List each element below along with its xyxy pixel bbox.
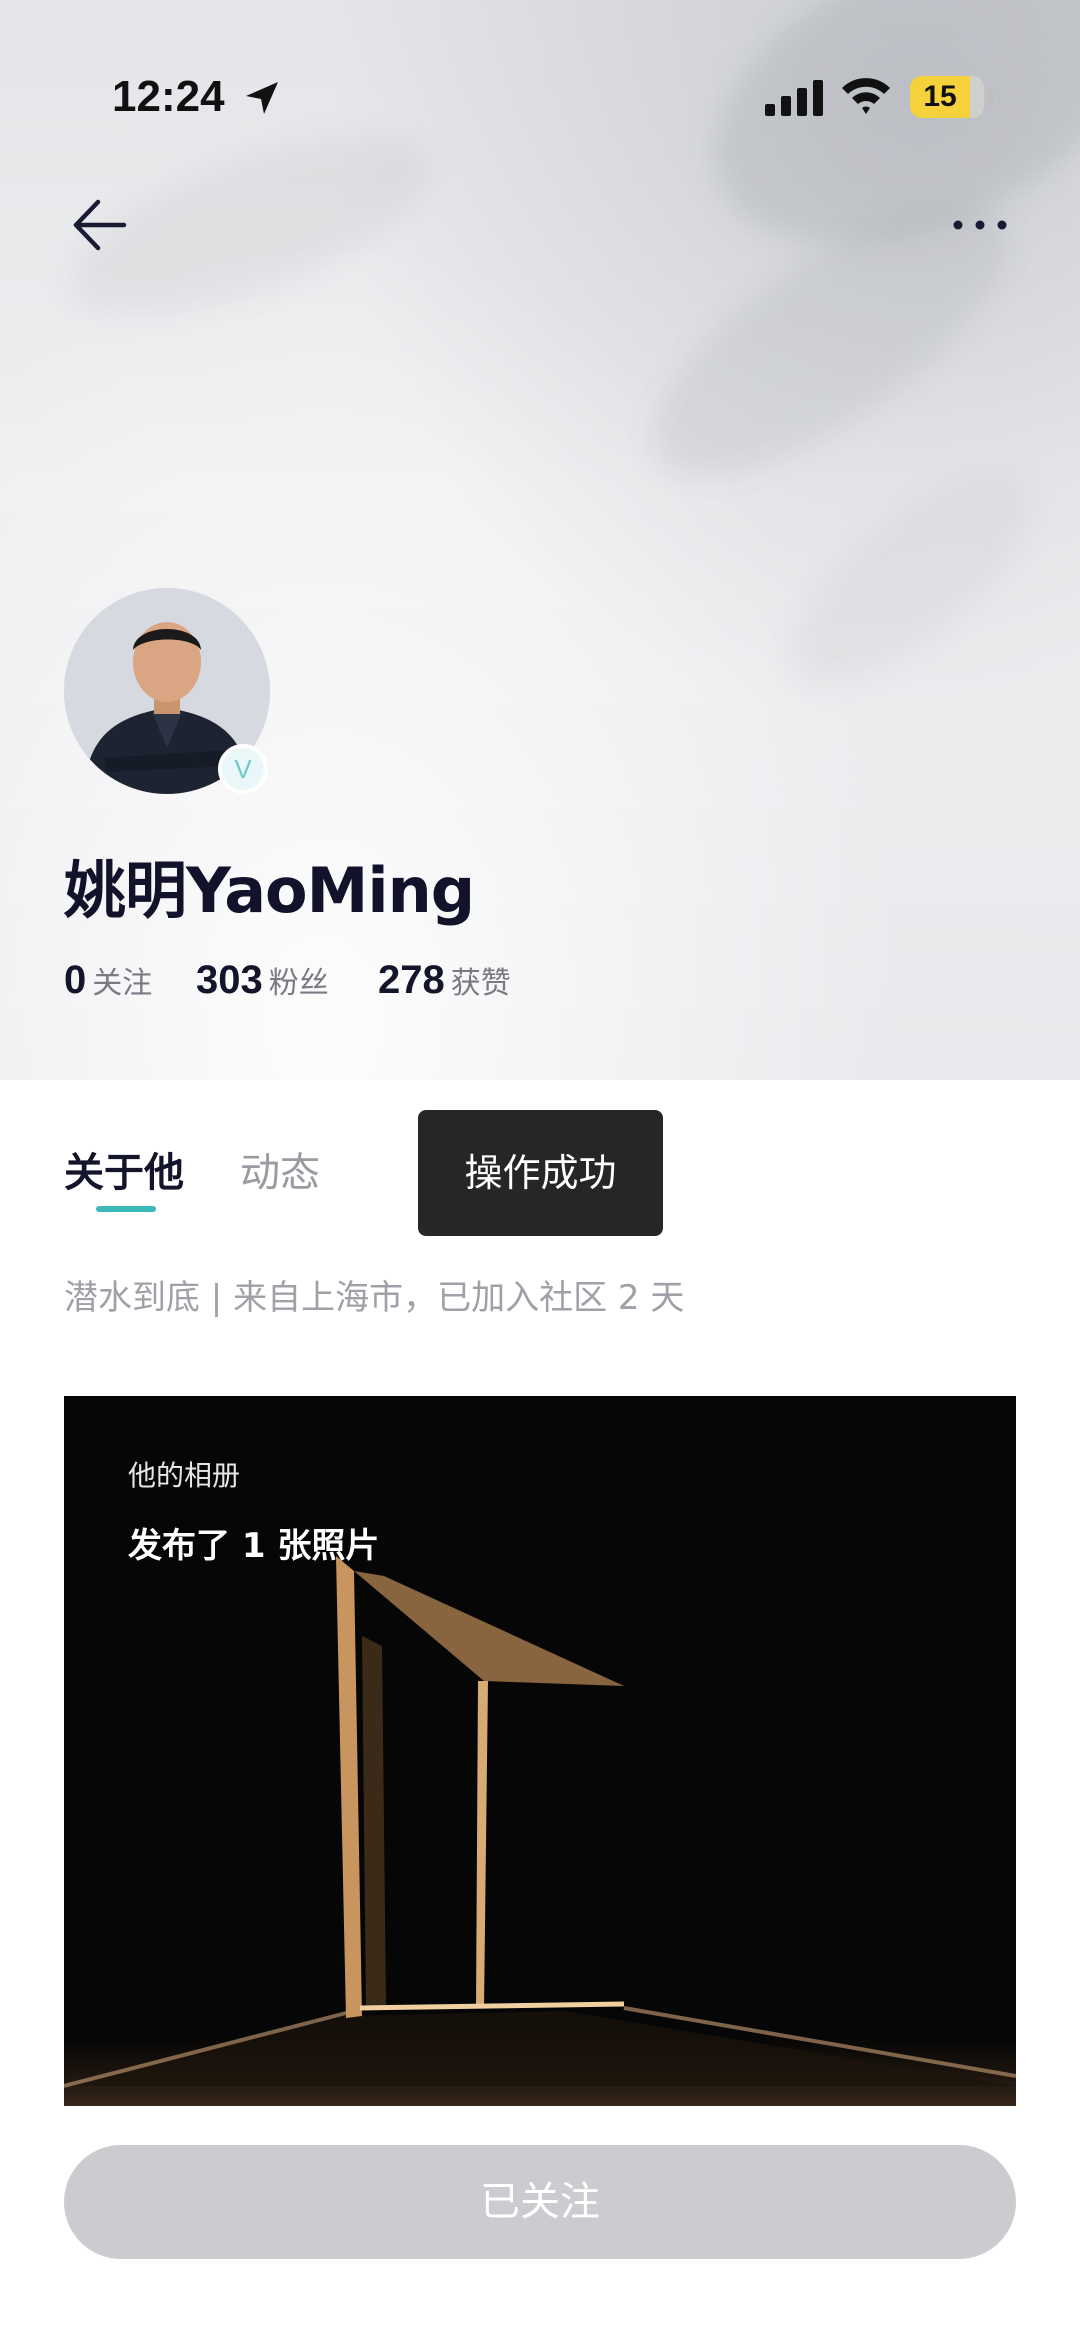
stat-label: 获赞 bbox=[450, 966, 511, 1001]
status-bar: 12:24 15 bbox=[0, 0, 1080, 200]
stat-value: 303 bbox=[196, 958, 263, 1002]
album-photo-count: 发布了 1 张照片 bbox=[128, 1526, 380, 1566]
profile-name: 姚明YaoMing bbox=[64, 854, 475, 927]
back-arrow-icon[interactable] bbox=[66, 190, 136, 260]
stat-followers[interactable]: 303 粉丝 bbox=[196, 958, 329, 1003]
following-button[interactable]: 已关注 bbox=[64, 2145, 1016, 2259]
verified-badge: V bbox=[218, 744, 268, 794]
more-dots-icon[interactable] bbox=[950, 210, 1010, 240]
stat-value: 278 bbox=[378, 958, 445, 1002]
cellular-signal-icon bbox=[765, 80, 823, 116]
leaf-shadow-decoration bbox=[756, 437, 1064, 723]
active-tab-indicator bbox=[96, 1206, 156, 1212]
location-arrow-icon bbox=[246, 82, 278, 114]
battery-icon: 15 bbox=[910, 76, 984, 118]
stat-following[interactable]: 0 关注 bbox=[64, 958, 152, 1003]
status-time: 12:24 bbox=[112, 72, 225, 121]
wifi-icon bbox=[842, 78, 890, 114]
tab-about[interactable]: 关于他 bbox=[64, 1140, 184, 1198]
album-cover-photo bbox=[64, 1396, 1016, 2106]
stat-label: 关注 bbox=[92, 966, 153, 1001]
stat-likes[interactable]: 278 获赞 bbox=[378, 958, 511, 1003]
battery-empty-area bbox=[970, 76, 984, 118]
battery-tip bbox=[988, 88, 993, 106]
photo-album-card[interactable]: 他的相册 发布了 1 张照片 bbox=[64, 1396, 1016, 2106]
album-caption: 他的相册 bbox=[128, 1459, 241, 1492]
battery-level: 15 bbox=[923, 80, 957, 113]
stat-label: 粉丝 bbox=[268, 966, 329, 1001]
tab-feed[interactable]: 动态 bbox=[240, 1140, 320, 1198]
toast-message: 操作成功 bbox=[418, 1110, 663, 1236]
verified-badge-label: V bbox=[234, 754, 252, 784]
stat-value: 0 bbox=[64, 958, 87, 1002]
profile-bio: 潜水到底 | 来自上海市，已加入社区 2 天 bbox=[64, 1278, 685, 1318]
